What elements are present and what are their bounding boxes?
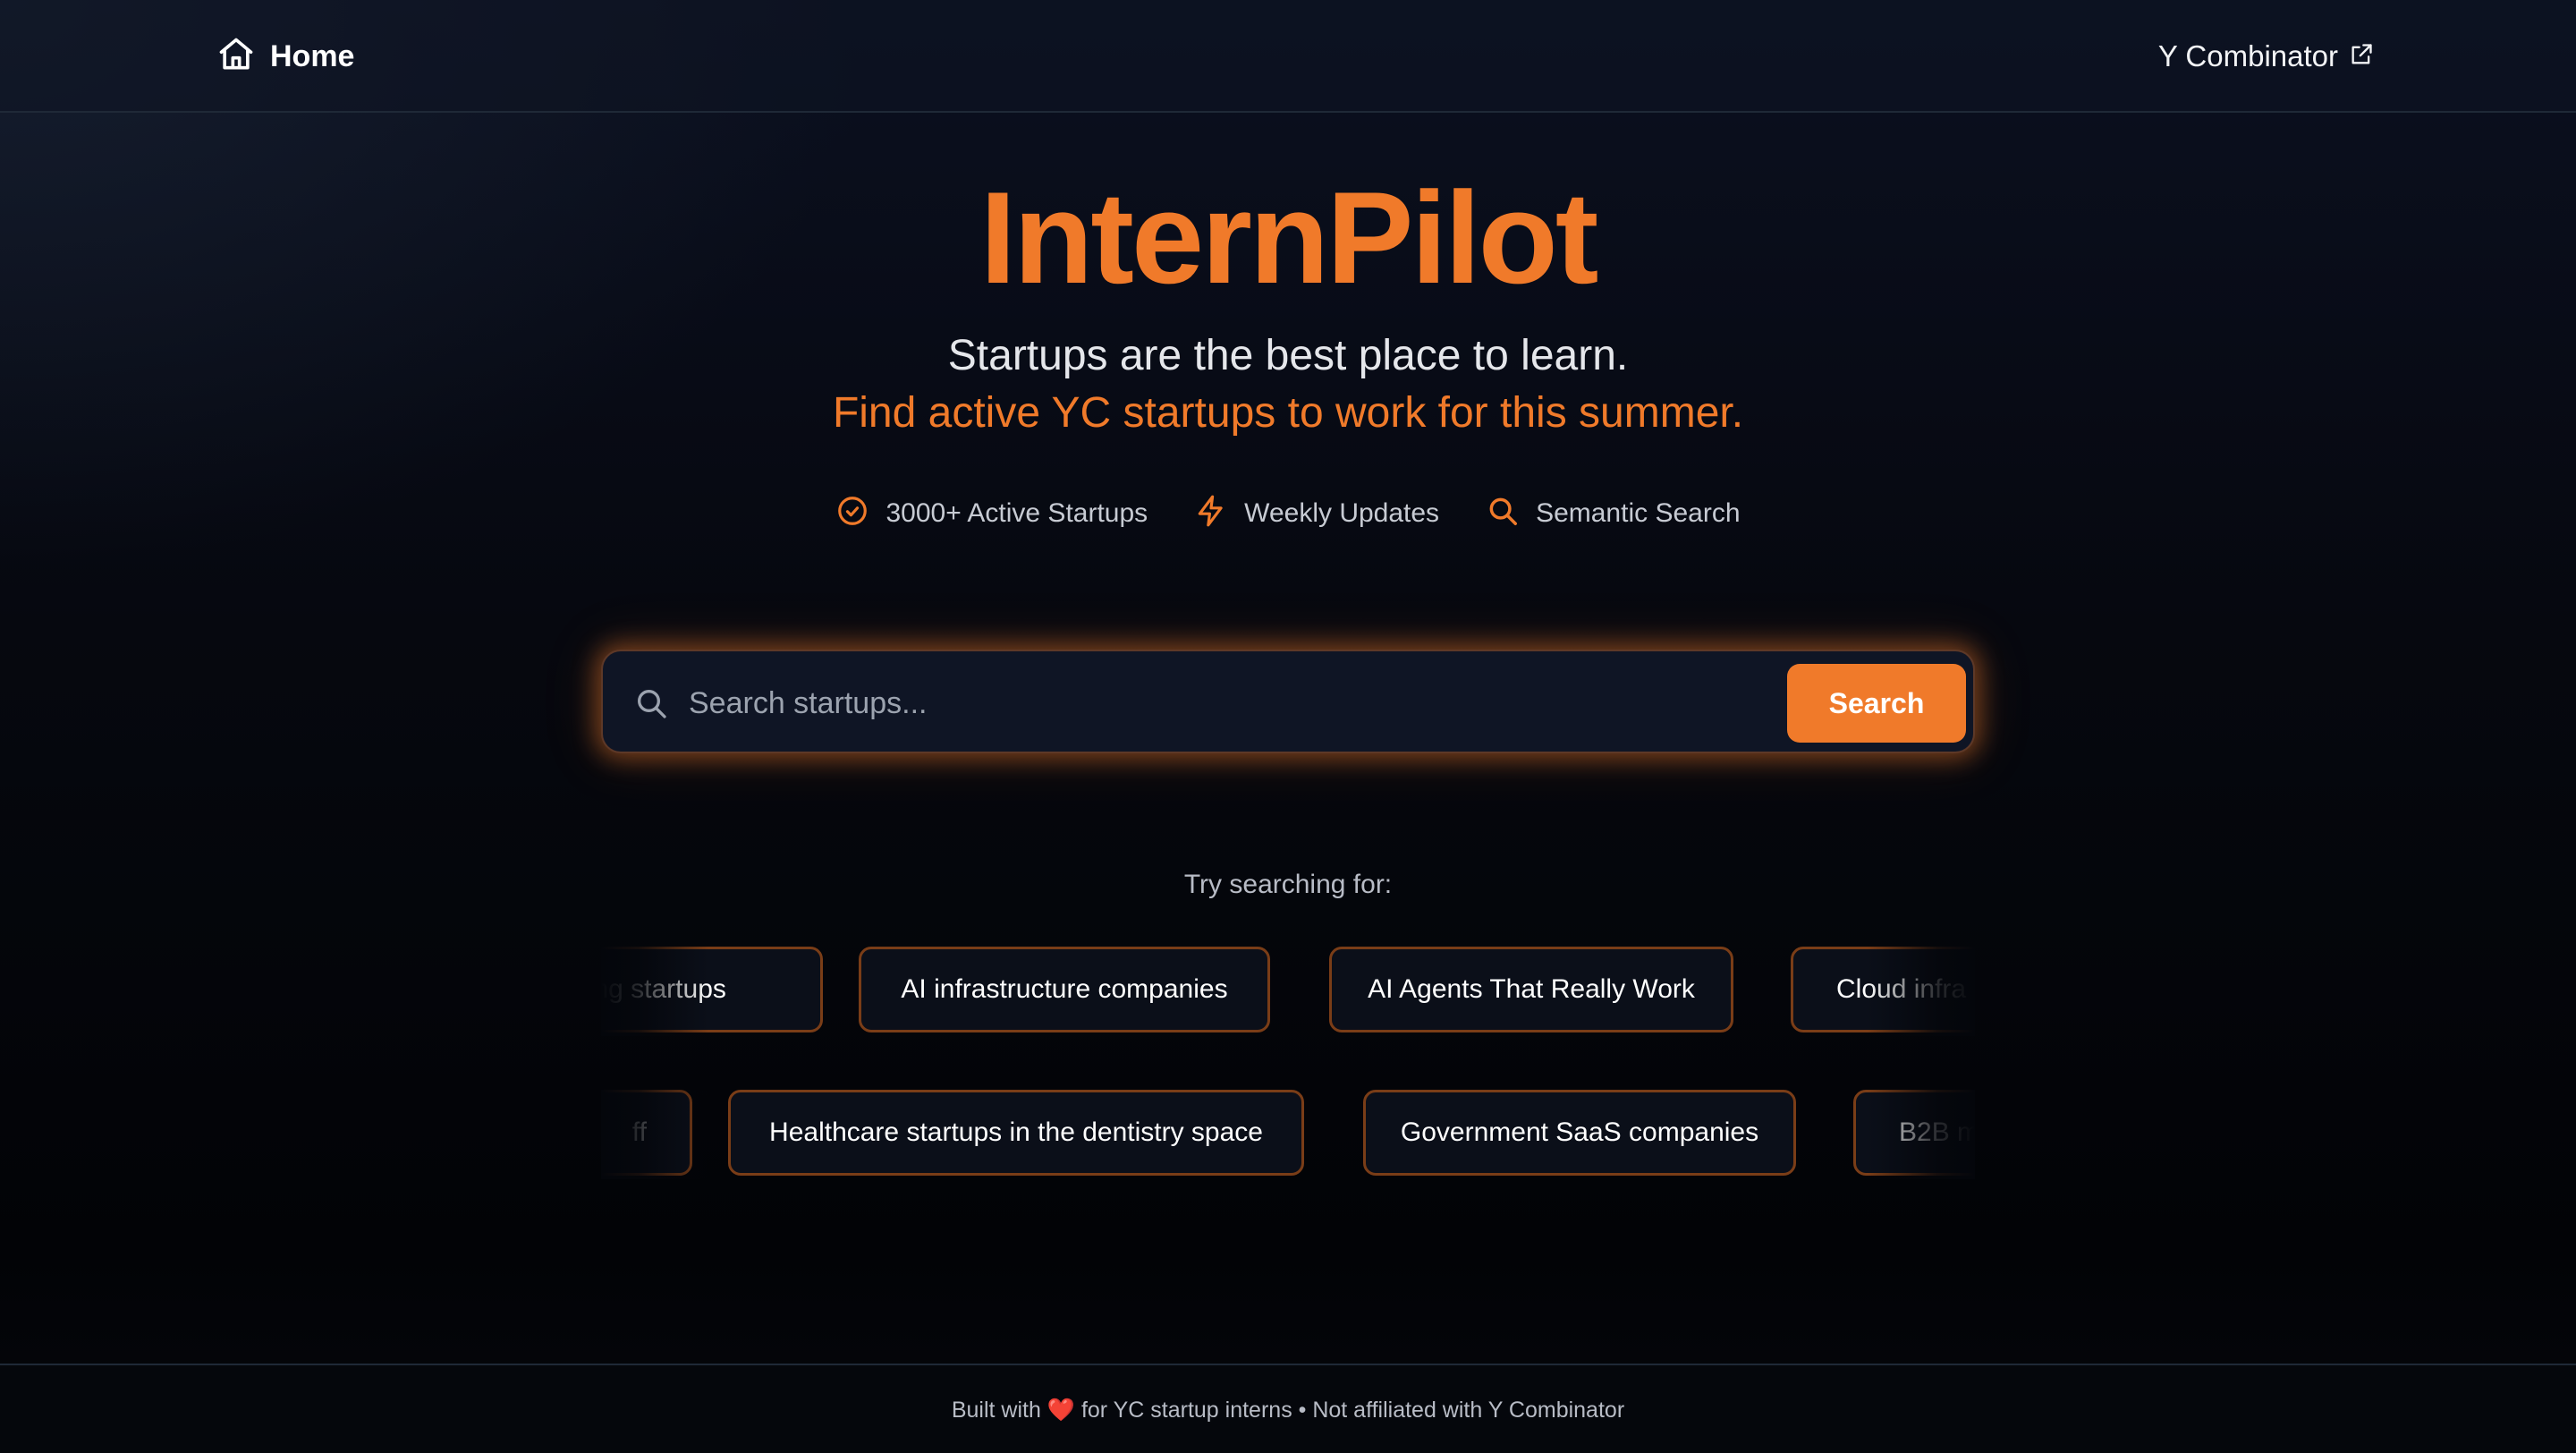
lightning-icon bbox=[1194, 494, 1228, 532]
top-nav: Home Y Combinator bbox=[0, 0, 2576, 113]
footer-text: Built with ❤️ for YC startup interns • N… bbox=[0, 1398, 2576, 1423]
y-combinator-link[interactable]: Y Combinator bbox=[2158, 34, 2374, 79]
hero-tagline: Find active YC startups to work for this… bbox=[832, 389, 1744, 437]
suggestion-row-1: ding startups AI infrastructure companie… bbox=[601, 947, 1975, 1036]
home-link[interactable]: Home bbox=[216, 34, 354, 79]
page: Home Y Combinator InternPilot Startups a… bbox=[0, 0, 2576, 1453]
home-label: Home bbox=[270, 38, 355, 73]
suggestion-chip[interactable]: ding startups bbox=[601, 947, 823, 1032]
suggestion-chip[interactable]: Government SaaS companies bbox=[1363, 1090, 1796, 1176]
search-bar: Search bbox=[601, 650, 1975, 753]
feature-label: Semantic Search bbox=[1536, 497, 1741, 528]
suggestions-label: Try searching for: bbox=[1183, 870, 1393, 899]
check-circle-icon bbox=[835, 494, 869, 532]
heart-icon: ❤️ bbox=[1046, 1398, 1075, 1423]
search-input[interactable] bbox=[689, 673, 1583, 734]
suggestion-chip[interactable]: AI infrastructure companies bbox=[859, 947, 1270, 1032]
footer: Built with ❤️ for YC startup interns • N… bbox=[0, 1364, 2576, 1453]
search-icon bbox=[1486, 494, 1520, 532]
app-title: InternPilot bbox=[979, 165, 1599, 310]
footer-built-with: Built with bbox=[951, 1398, 1041, 1423]
hero-subtitle: Startups are the best place to learn. bbox=[947, 332, 1629, 379]
suggestion-chip[interactable]: Healthcare startups in the dentistry spa… bbox=[728, 1090, 1304, 1176]
feature-label: Weekly Updates bbox=[1244, 497, 1440, 528]
footer-credit: for YC startup interns • Not affiliated … bbox=[1080, 1398, 1625, 1423]
external-link-icon bbox=[2349, 42, 2374, 72]
feature-list: 3000+ Active Startups Weekly Updates Sem… bbox=[0, 494, 2576, 532]
suggestion-chip[interactable]: AI Agents That Really Work bbox=[1329, 947, 1733, 1032]
suggestion-chip[interactable]: B2B m bbox=[1853, 1090, 1975, 1176]
suggestion-row-2: ff Healthcare startups in the dentistry … bbox=[601, 1090, 1975, 1179]
feature-weekly-updates: Weekly Updates bbox=[1194, 494, 1439, 532]
feature-active-startups: 3000+ Active Startups bbox=[835, 494, 1148, 532]
feature-label: 3000+ Active Startups bbox=[886, 497, 1148, 528]
search-icon bbox=[633, 685, 669, 721]
search-button[interactable]: Search bbox=[1787, 664, 1966, 743]
y-combinator-label: Y Combinator bbox=[2157, 39, 2338, 72]
suggestion-chip[interactable]: Cloud infra bbox=[1791, 947, 1975, 1032]
feature-semantic-search: Semantic Search bbox=[1486, 494, 1741, 532]
home-icon bbox=[216, 35, 256, 79]
suggestion-chip[interactable]: ff bbox=[601, 1090, 692, 1176]
